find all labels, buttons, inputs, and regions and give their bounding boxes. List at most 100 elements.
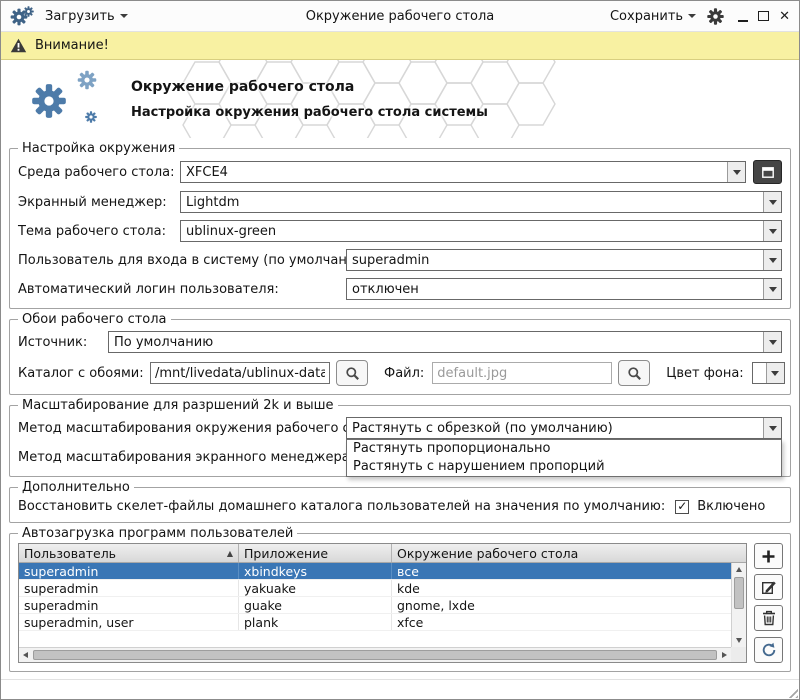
group-scaling: Масштабирование для разршений 2k и выше … — [9, 405, 791, 477]
scroll-right-button[interactable] — [718, 648, 731, 662]
arrow-down-icon — [736, 638, 742, 643]
display-manager-combo[interactable]: Lightdm — [180, 191, 782, 213]
console-button[interactable] — [753, 160, 782, 184]
resize-grip[interactable] — [785, 685, 798, 698]
group-environment: Настройка окружения Среда рабочего стола… — [9, 148, 791, 309]
group-autostart-legend: Автозагрузка программ пользователей — [18, 526, 297, 541]
scroll-down-button[interactable] — [732, 634, 746, 647]
desktop-scaling-combo[interactable]: Растянуть с обрезкой (по умолчанию) — [346, 417, 782, 439]
group-additional-legend: Дополнительно — [18, 480, 134, 495]
maximize-button[interactable] — [758, 11, 769, 21]
chevron-down-icon — [769, 287, 777, 292]
group-additional: Дополнительно Восстановить скелет-файлы … — [9, 487, 791, 523]
refresh-icon — [761, 642, 777, 658]
close-button[interactable]: ✕ — [779, 10, 790, 23]
restore-skel-checkbox[interactable]: ✓ — [675, 500, 689, 514]
desktop-env-label: Среда рабочего стола: — [18, 165, 180, 180]
chevron-down-icon — [688, 14, 696, 18]
wallpaper-file-input[interactable] — [432, 362, 612, 384]
arrow-right-icon — [722, 652, 727, 658]
chevron-down-icon — [769, 229, 777, 234]
horizontal-scroll-thumb[interactable] — [33, 650, 717, 660]
desktop-env-combo[interactable]: XFCE4 — [180, 161, 746, 183]
main-content: Настройка окружения Среда рабочего стола… — [1, 138, 799, 699]
chevron-down-icon — [769, 340, 777, 345]
chevron-down-icon — [120, 14, 128, 18]
wallpaper-source-label: Источник: — [18, 335, 108, 350]
column-header-env[interactable]: Окружение рабочего стола — [392, 544, 746, 562]
scaling-dropdown-list: Растянуть пропорционально Растянуть с на… — [346, 439, 782, 477]
load-dropdown-button[interactable]: Загрузить — [42, 7, 131, 26]
table-row[interactable]: superadmin guake gnome, lxde — [19, 597, 731, 614]
login-user-combo[interactable]: superadmin — [346, 249, 782, 271]
chevron-down-icon — [771, 371, 779, 376]
browse-dir-button[interactable] — [336, 360, 368, 386]
pencil-icon — [761, 579, 777, 595]
theme-label: Тема рабочего стола: — [18, 224, 180, 239]
dm-scaling-label: Метод масштабирования экранного менеджер… — [18, 450, 346, 465]
check-icon: ✓ — [677, 500, 687, 512]
magnifier-icon — [627, 366, 642, 381]
scroll-up-button[interactable] — [732, 563, 746, 576]
scroll-left-button[interactable] — [19, 648, 32, 662]
delete-row-button[interactable] — [754, 605, 783, 631]
vertical-scrollbar[interactable] — [731, 563, 746, 647]
warning-text: Внимание! — [35, 38, 109, 53]
refresh-button[interactable] — [754, 637, 783, 663]
horizontal-scrollbar[interactable] — [19, 647, 731, 662]
gears-logo-icon — [15, 63, 111, 135]
group-environment-legend: Настройка окружения — [18, 141, 179, 156]
chevron-down-icon — [769, 426, 777, 431]
table-header: Пользователь ▲ Приложение Окружение рабо… — [19, 544, 746, 563]
save-dropdown-button[interactable]: Сохранить — [607, 7, 699, 26]
settings-gear-button[interactable] — [707, 8, 724, 25]
wallpaper-dir-input[interactable] — [150, 362, 330, 384]
plus-icon — [761, 549, 776, 564]
load-label: Загрузить — [45, 9, 115, 24]
restore-skel-label: Восстановить скелет-файлы домашнего ката… — [18, 499, 665, 514]
group-scaling-legend: Масштабирование для разршений 2k и выше — [18, 398, 338, 413]
theme-combo[interactable]: ublinux-green — [180, 220, 782, 242]
page-subtitle: Настройка окружения рабочего стола систе… — [131, 105, 488, 120]
login-user-label: Пользователь для входа в систему (по умо… — [18, 253, 346, 268]
arrow-left-icon — [23, 652, 28, 658]
browse-file-button[interactable] — [618, 360, 650, 386]
sort-ascending-icon: ▲ — [227, 549, 233, 558]
checkbox-label: Включено — [697, 499, 765, 514]
bg-color-combo[interactable] — [752, 362, 785, 384]
edit-row-button[interactable] — [754, 574, 783, 600]
dropdown-option[interactable]: Растянуть с нарушением пропорций — [347, 458, 781, 476]
table-rows: superadmin xbindkeys все superadmin yaku… — [19, 563, 731, 647]
app-gears-icon — [10, 5, 34, 27]
magnifier-icon — [345, 366, 360, 381]
app-window: Окружение рабочего стола Загрузить Сохра… — [0, 0, 800, 700]
table-row[interactable]: superadmin, user plank xfce — [19, 614, 731, 631]
group-wallpaper-legend: Обои рабочего стола — [18, 312, 171, 327]
chevron-down-icon — [733, 170, 741, 175]
autologin-combo[interactable]: отключен — [346, 278, 782, 300]
dropdown-option[interactable]: Растянуть пропорционально — [347, 440, 781, 458]
status-bar — [1, 679, 799, 699]
group-autostart: Автозагрузка программ пользователей Поль… — [9, 533, 791, 672]
page-header: Окружение рабочего стола Настройка окруж… — [1, 60, 799, 138]
vertical-scroll-thumb[interactable] — [734, 577, 744, 609]
column-header-user[interactable]: Пользователь ▲ — [19, 544, 239, 562]
table-row[interactable]: superadmin yakuake kde — [19, 580, 731, 597]
scrollbar-corner — [731, 647, 746, 662]
bg-color-label: Цвет фона: — [666, 366, 743, 381]
column-header-app[interactable]: Приложение — [239, 544, 392, 562]
display-manager-label: Экранный менеджер: — [18, 195, 180, 210]
wallpaper-source-combo[interactable]: По умолчанию — [108, 331, 782, 353]
table-toolbar — [754, 543, 784, 663]
chevron-down-icon — [769, 200, 777, 205]
trash-icon — [762, 610, 776, 626]
warning-triangle-icon — [10, 38, 27, 53]
minimize-button[interactable] — [738, 11, 748, 22]
page-title: Окружение рабочего стола — [131, 79, 488, 95]
autologin-label: Автоматический логин пользователя: — [18, 282, 346, 297]
group-wallpaper: Обои рабочего стола Источник: По умолчан… — [9, 319, 791, 395]
wallpaper-file-label: Файл: — [384, 366, 424, 381]
add-row-button[interactable] — [754, 543, 783, 569]
titlebar: Окружение рабочего стола Загрузить Сохра… — [1, 1, 799, 32]
table-row[interactable]: superadmin xbindkeys все — [19, 563, 731, 580]
